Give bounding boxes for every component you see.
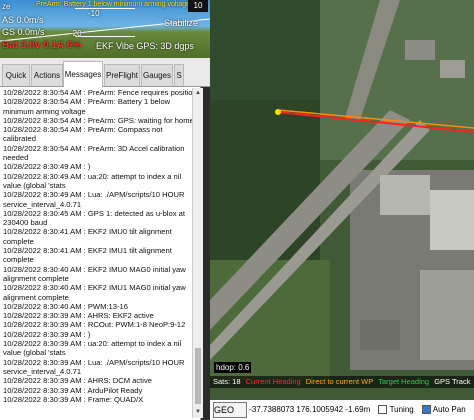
map-legend-bar: Sats: 18 Current Heading Direct to curre… [210,376,474,388]
message-entry: 10/28/2022 8:30:45 AM : GPS 1: detected … [3,208,185,228]
satellite-map[interactable]: hdop: 0.6 Sats: 18 Current Heading Direc… [210,0,474,420]
tab-quick[interactable]: Quick [2,64,30,86]
message-entry: 10/28/2022 8:30:39 AM : Lua: ./APM/scrip… [3,357,185,376]
ekf-gps-status: EKF Vibe GPS: 3D dgps [96,41,194,51]
message-entry: 10/28/2022 8:30:39 AM : ArduPilot Ready [3,385,143,395]
tuning-checkbox[interactable] [378,405,388,415]
message-entry: 10/28/2022 8:30:39 AM : RCOut: PWM:1-8 N… [3,320,186,330]
messages-panel: 10/28/2022 8:30:54 AM : PreArm: Fence re… [0,87,201,420]
groundspeed-readout: GS 0.0m/s [2,27,45,37]
control-tabs: Quick Actions Messages PreFlight Gauges … [0,58,210,87]
message-entry: 10/28/2022 8:30:54 AM : PreArm: 3D Accel… [3,143,185,163]
message-entry: 10/28/2022 8:30:54 AM : PreArm: Fence re… [3,88,197,97]
battery-warning: Bat 3.8v 0.1A 6% [2,40,82,51]
message-entry: 10/28/2022 8:30:54 AM : PreArm: Compass … [3,125,163,144]
message-entry: 10/28/2022 8:30:49 AM : ) [3,162,91,172]
auto-pan-checkbox[interactable] [421,405,431,415]
hud-prearm-warning: PreArm: Battery 1 below minimum arming v… [36,1,191,8]
scroll-down-icon[interactable]: ▼ [194,408,202,416]
message-entry: 10/28/2022 8:30:41 AM : EKF2 IMU1 tilt a… [3,246,172,265]
messages-scrollbar[interactable]: ▲ ▼ [192,88,203,418]
message-entry: 10/28/2022 8:30:39 AM : Frame: QUAD/X [3,394,144,404]
tab-preflight[interactable]: PreFlight [104,64,140,86]
scrollbar-thumb[interactable] [195,348,201,404]
message-entry: 10/28/2022 8:30:39 AM : ) [3,329,91,339]
tab-actions[interactable]: Actions [31,64,63,86]
message-entry: 10/28/2022 8:30:40 AM : EKF2 IMU0 MAG0 i… [3,264,186,283]
scroll-up-icon[interactable]: ▲ [194,89,202,97]
tab-messages[interactable]: Messages [63,61,103,87]
tab-gauges[interactable]: Gauges [141,64,173,86]
message-entry: 10/28/2022 8:30:39 AM : AHRS: EKF2 activ… [3,311,154,321]
airspeed-readout: AS 0.0m/s [2,15,44,25]
map-coordinate-bar: GEO -37.7388073 176.1005942 -1.69m Tunin… [210,400,474,420]
message-entry: 10/28/2022 8:30:49 AM : Lua: ./APM/scrip… [3,190,185,209]
coordinate-readout: -37.7388073 176.1005942 [249,405,344,414]
altitude-readout: -1.69m [345,405,371,414]
message-entry: 10/28/2022 8:30:54 AM : PreArm: Battery … [3,97,171,116]
legend-current-heading: Current Heading [245,377,301,386]
message-entry: 10/28/2022 8:30:40 AM : PWM:13-16 [3,301,128,311]
pitch-label-lower: -20 [70,29,82,38]
legend-gps-track: GPS Track [434,377,471,386]
tuning-label: Tuning [389,405,414,414]
pitch-ladder-upper [75,8,135,9]
sats-readout: Sats: 18 [213,377,241,386]
hdop-readout: hdop: 0.6 [214,362,252,373]
flight-mode-label: Stabilize [164,18,199,28]
auto-pan-label: Auto Pan [432,405,466,414]
map-imagery [210,0,474,420]
flight-hud: ze PreArm: Battery 1 below minimum armin… [0,0,210,58]
message-entry: 10/28/2022 8:30:49 AM : ua:20: attempt t… [3,171,182,190]
message-entry: 10/28/2022 8:30:54 AM : PreArm: GPS: wai… [3,115,194,125]
hud-heading-box: 10 [188,0,208,12]
pitch-label-upper: -10 [88,9,100,18]
coord-system-select[interactable]: GEO [213,401,247,418]
message-list: 10/28/2022 8:30:54 AM : PreArm: Fence re… [0,87,200,405]
legend-target-heading: Target Heading [378,377,430,386]
tab-more[interactable]: S [174,64,184,86]
legend-direct-wp: Direct to current WP [305,377,374,386]
message-entry: 10/28/2022 8:30:41 AM : EKF2 IMU0 tilt a… [3,227,172,246]
pitch-ladder-lower [75,36,135,37]
message-entry: 10/28/2022 8:30:39 AM : ua:20: attempt t… [3,339,182,358]
message-entry: 10/28/2022 8:30:40 AM : EKF2 IMU1 MAG0 i… [3,283,186,302]
hud-mode-suffix: ze [2,2,11,11]
message-entry: 10/28/2022 8:30:39 AM : AHRS: DCM active [3,376,153,386]
